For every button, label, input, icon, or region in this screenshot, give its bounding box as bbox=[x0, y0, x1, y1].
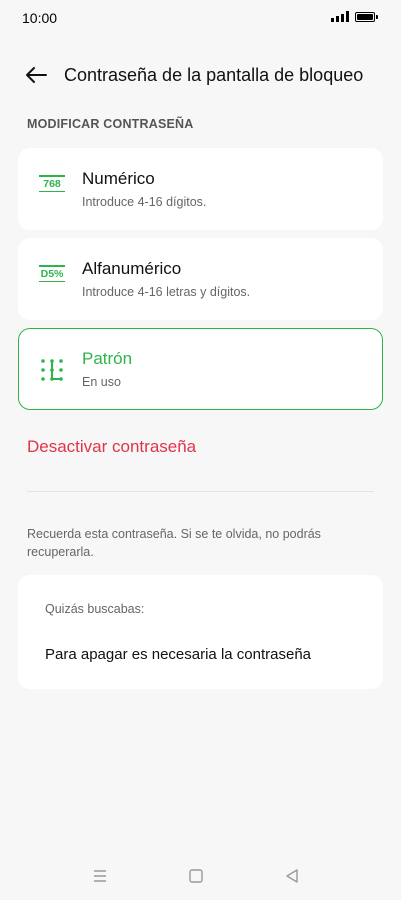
option-title: Alfanumérico bbox=[82, 259, 182, 278]
home-icon[interactable] bbox=[186, 866, 206, 886]
navigation-bar bbox=[0, 858, 401, 894]
option-subtitle: Introduce 4-16 dígitos. bbox=[82, 195, 207, 209]
system-icons bbox=[331, 11, 378, 22]
section-label: MODIFICAR CONTRASEÑA bbox=[27, 117, 194, 131]
option-pattern[interactable]: Patrón En uso bbox=[18, 328, 383, 410]
pattern-icon bbox=[41, 359, 63, 381]
suggestions-label: Quizás buscabas: bbox=[45, 602, 145, 616]
disable-password-button[interactable]: Desactivar contraseña bbox=[27, 437, 196, 457]
option-alphanumeric[interactable]: D5% Alfanumérico Introduce 4-16 letras y… bbox=[18, 238, 383, 320]
numeric-icon-text: 768 bbox=[43, 177, 61, 190]
option-title: Patrón bbox=[82, 349, 133, 368]
signal-icon bbox=[331, 11, 349, 22]
password-note: Recuerda esta contraseña. Si se te olvid… bbox=[27, 527, 321, 559]
suggestion-item[interactable]: Para apagar es necesaria la contraseña bbox=[45, 646, 311, 663]
app-header: Contraseña de la pantalla de bloqueo bbox=[0, 58, 401, 92]
divider bbox=[27, 491, 374, 492]
numeric-icon: 768 bbox=[39, 174, 65, 204]
back-triangle-icon[interactable] bbox=[282, 866, 302, 886]
option-numeric[interactable]: 768 Numérico Introduce 4-16 dígitos. bbox=[18, 148, 383, 230]
option-title: Numérico bbox=[82, 169, 155, 188]
alphanumeric-icon: D5% bbox=[39, 264, 65, 294]
option-subtitle: En uso bbox=[82, 375, 121, 389]
menu-icon[interactable] bbox=[90, 866, 110, 886]
page-title: Contraseña de la pantalla de bloqueo bbox=[64, 65, 364, 85]
status-time: 10:00 bbox=[22, 10, 58, 26]
back-arrow-icon[interactable] bbox=[25, 66, 47, 84]
suggestions-card: Quizás buscabas: Para apagar es necesari… bbox=[18, 575, 383, 689]
battery-icon bbox=[355, 11, 378, 22]
alphanumeric-icon-text: D5% bbox=[40, 267, 64, 280]
status-bar: 10:00 bbox=[0, 0, 401, 36]
option-subtitle: Introduce 4-16 letras y dígitos. bbox=[82, 285, 251, 299]
